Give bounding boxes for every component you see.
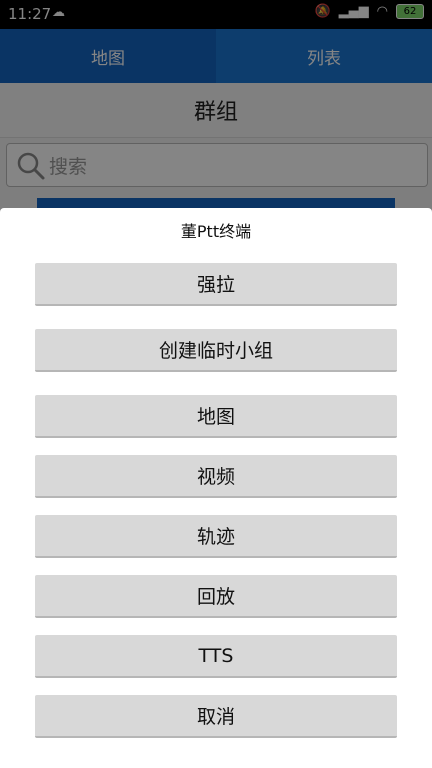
video-button[interactable]: 视频 (35, 455, 397, 498)
tts-button[interactable]: TTS (35, 635, 397, 678)
cancel-button[interactable]: 取消 (35, 695, 397, 738)
force-pull-button[interactable]: 强拉 (35, 263, 397, 306)
playback-button[interactable]: 回放 (35, 575, 397, 618)
create-temp-group-button[interactable]: 创建临时小组 (35, 329, 397, 372)
map-button[interactable]: 地图 (35, 395, 397, 438)
dialog-title: 董Ptt终端 (180, 222, 252, 241)
track-button[interactable]: 轨迹 (35, 515, 397, 558)
action-dialog: 董Ptt终端 强拉 创建临时小组 地图 视频 轨迹 回放 TTS 取消 (0, 208, 432, 768)
